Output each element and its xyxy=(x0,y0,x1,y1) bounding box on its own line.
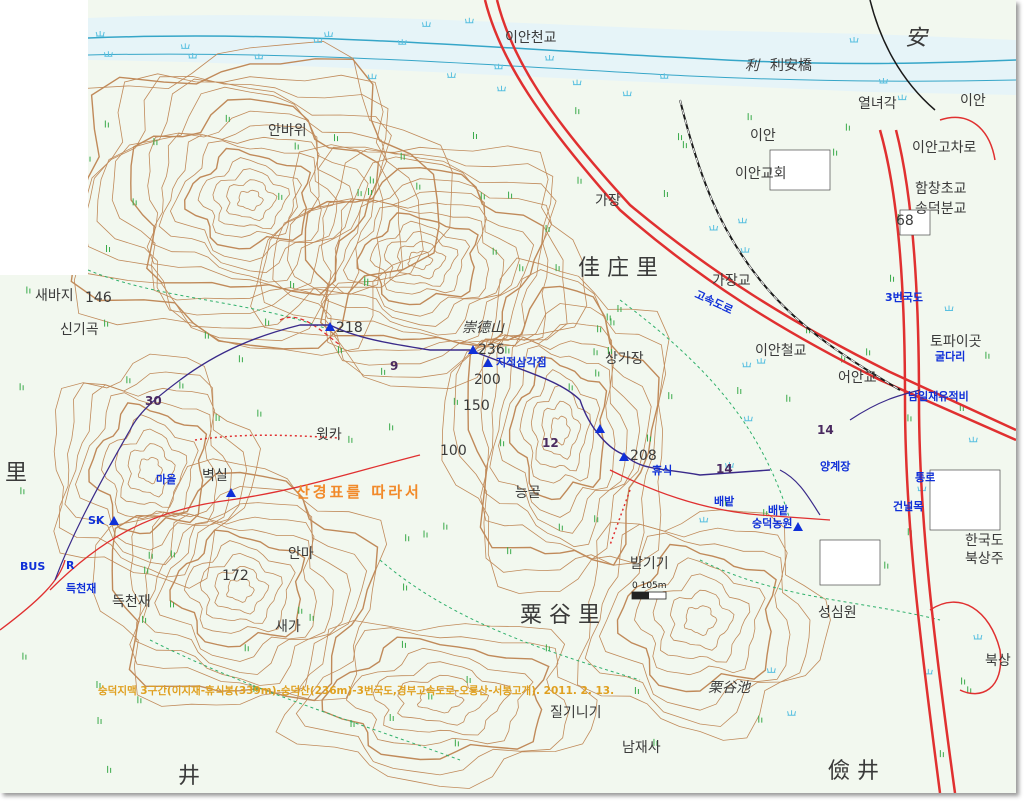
label-singigok: 신기곡 xyxy=(60,322,99,338)
elevation-146: 146 xyxy=(85,290,112,306)
note-passage: 통로 xyxy=(915,471,935,484)
label-sanggajang: 상가장 xyxy=(605,351,644,367)
label-ri-char: 利 xyxy=(745,58,761,74)
note-village: 마을 xyxy=(156,472,176,486)
note-deukcheonjae: 득천재 xyxy=(66,581,96,595)
elevation-172: 172 xyxy=(222,568,249,584)
note-rest: 휴식 xyxy=(652,463,672,477)
elevation-100: 100 xyxy=(440,443,467,459)
label-rian-bridge: 利安橋 xyxy=(770,58,812,74)
label-eoan-bridge: 어안교 xyxy=(838,370,877,386)
label-school: 함창초교 xyxy=(915,181,967,197)
note-crossing: 건널목 xyxy=(893,499,923,513)
label-jeong-bottom: 井 xyxy=(178,764,200,789)
note-poultry-farm: 양계장 xyxy=(820,459,850,473)
note-underpass: 굴다리 xyxy=(935,349,965,363)
label-deukcheonjae: 득천재 xyxy=(112,594,151,610)
map-canvas: 이안천교 利 利安橋 安 열녀각 이안 이안교회 이안고차로 함창초교 송덕분교… xyxy=(0,0,1016,793)
label-neunggol: 능골 xyxy=(515,485,541,501)
label-yeolnyeo: 열녀각 xyxy=(858,96,897,112)
route-number-9: 9 xyxy=(390,359,398,373)
elevation-200: 200 xyxy=(474,372,501,388)
route-number-30: 30 xyxy=(145,394,162,408)
label-church: 이안교회 xyxy=(735,166,787,182)
trail-watermark: 산경표를 따라서 xyxy=(296,483,422,501)
label-ian-right: 이안 xyxy=(960,93,986,109)
label-ian: 이안 xyxy=(750,128,776,144)
label-saega: 새가 xyxy=(275,619,301,635)
elevation-208: 208 xyxy=(630,448,657,464)
note-pear-field-2: 배밭 xyxy=(768,503,788,517)
corner-cutout xyxy=(0,0,88,275)
scale-label: 0 105m xyxy=(632,581,667,591)
map-caption: 숭덕지맥 3구간(이지재-휴식봉(339m)-숭덕산(236m)-3번국도,경부… xyxy=(98,684,614,697)
label-jilgi: 질기니기 xyxy=(550,705,602,721)
note-sk: SK xyxy=(88,514,105,527)
label-junction: 이안고차로 xyxy=(912,140,977,156)
label-river-bridge: 이안천교 xyxy=(505,30,557,46)
label-buksangju: 북상주 xyxy=(965,551,1004,567)
note-route3: 3번국도 xyxy=(885,290,923,304)
label-yulgok-pond: 栗谷池 xyxy=(708,680,752,696)
elevation-68: 68 xyxy=(896,213,914,229)
note-bus: BUS xyxy=(20,560,45,573)
label-branch-school: 송덕분교 xyxy=(915,201,967,217)
map-frame: 이안천교 利 利安橋 安 열녀각 이안 이안교회 이안고차로 함창초교 송덕분교… xyxy=(0,0,1024,801)
label-sungdeok-mountain: 崇德山 xyxy=(462,320,505,336)
note-monument: 남일재유적비 xyxy=(908,389,969,403)
route-number-12: 12 xyxy=(542,436,559,450)
label-balgigi: 발기기 xyxy=(630,556,669,572)
label-rail-bridge: 이안철교 xyxy=(755,343,807,359)
note-r: R xyxy=(66,559,75,572)
label-anma: 안마 xyxy=(288,546,314,562)
elevation-218: 218 xyxy=(336,320,363,336)
label-yulgok-ri: 粟 谷 里 xyxy=(520,603,600,628)
label-gajang-ri: 佳 庄 里 xyxy=(578,256,658,281)
label-byeoksil: 벽실 xyxy=(202,468,228,484)
label-geomjeong: 儉 井 xyxy=(828,759,879,784)
elevation-150: 150 xyxy=(463,398,490,414)
route-number-14b: 14 xyxy=(817,423,834,437)
label-topai: 토파이곳 xyxy=(930,334,982,350)
label-anbawi: 안바위 xyxy=(268,123,307,139)
note-farm: 숭덕농원 xyxy=(752,516,792,530)
label-gajang-bridge: 가장교 xyxy=(712,273,751,289)
label-buksang: 북상 xyxy=(985,653,1011,669)
label-witka: 윗카 xyxy=(316,427,342,443)
label-gajang: 가장 xyxy=(595,193,621,209)
note-triangulation-point: 지적삼각점 xyxy=(496,355,547,369)
label-seongsimwon: 성심원 xyxy=(818,605,857,621)
route-number-14a: 14 xyxy=(716,462,733,476)
note-pear-field: 배밭 xyxy=(714,494,734,508)
topographic-map: 이안천교 利 利安橋 安 열녀각 이안 이안교회 이안고차로 함창초교 송덕분교… xyxy=(0,0,1016,793)
label-korea-road: 한국도 xyxy=(965,533,1004,549)
label-an-char: 安 xyxy=(905,26,929,51)
label-namjaesa: 남재사 xyxy=(622,740,661,756)
scale-bar xyxy=(631,591,667,600)
label-saebaji: 새바지 xyxy=(35,288,74,304)
label-ri-left: 里 xyxy=(5,461,27,486)
